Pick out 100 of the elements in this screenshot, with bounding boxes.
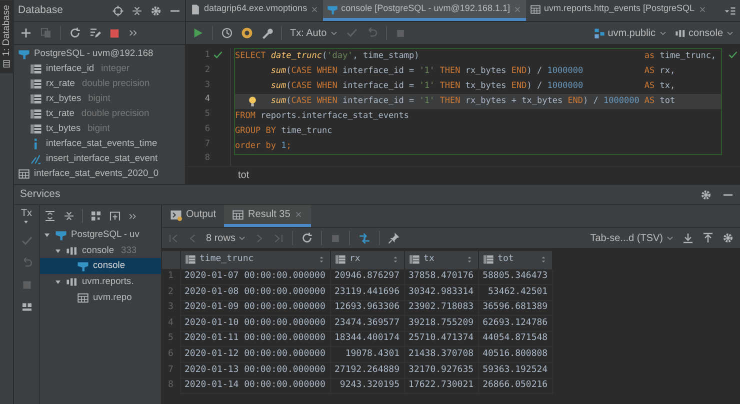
add-frame-icon[interactable] [109, 210, 121, 222]
line-number: 7 [204, 138, 210, 150]
column-icon [30, 78, 42, 90]
table-cell: 17622.730021 [404, 378, 478, 394]
tree-item[interactable]: interface_id integer [14, 61, 185, 76]
table-icon [18, 168, 30, 180]
session-icon [66, 244, 78, 257]
panel-title: Database [18, 2, 63, 18]
table-cell: 23474.369577 [330, 316, 404, 332]
table-cell: 2020-01-09 00:00:00.000000 [180, 300, 330, 316]
table-cell: 30342.983314 [404, 284, 478, 300]
transaction-dropdown[interactable]: Tx: Auto [290, 26, 338, 40]
editor-tab[interactable]: console [PostgreSQL - uvm@192.168.1.1] [323, 0, 526, 21]
tree-item[interactable]: PostgreSQL - uv [40, 227, 161, 243]
table-cell: 32170.927635 [404, 362, 478, 378]
table-cell: 39218.755209 [404, 316, 478, 332]
refresh-icon[interactable] [69, 27, 81, 39]
bulb-icon[interactable] [247, 96, 258, 108]
tree-item[interactable]: tx_rate double precision [14, 106, 185, 121]
expanded-arrow-icon[interactable] [54, 278, 62, 286]
tree-item[interactable]: uvm.reports. [40, 274, 161, 290]
compare-icon[interactable] [358, 232, 372, 244]
settings-icon[interactable] [700, 188, 712, 200]
run-icon[interactable] [192, 27, 204, 39]
session-dropdown[interactable]: console [674, 26, 734, 40]
close-icon[interactable] [698, 4, 707, 14]
edit-icon[interactable] [89, 27, 101, 39]
tree-item[interactable]: console [40, 258, 161, 274]
settings-icon[interactable] [722, 232, 734, 244]
collapse-icon[interactable] [131, 4, 143, 16]
output-icon [170, 208, 182, 220]
table-cell: 37858.470176 [404, 269, 478, 285]
result-tab[interactable]: Result 35 [224, 205, 312, 227]
circle-icon[interactable] [241, 27, 253, 39]
session-icon [66, 276, 78, 288]
add-icon[interactable] [20, 27, 32, 39]
table-cell: 12693.963306 [330, 300, 404, 316]
column-header[interactable]: rx [330, 251, 404, 269]
upload-icon[interactable] [702, 232, 714, 244]
tree-item[interactable]: rx_bytes bigint [14, 91, 185, 106]
column-header[interactable]: tx [404, 251, 478, 269]
layout-icon[interactable] [20, 301, 32, 313]
table-cell: 2020-01-08 00:00:00.000000 [180, 284, 330, 300]
line-number: 8 [204, 152, 210, 165]
tree-item[interactable]: interface_stat_events_time [14, 136, 185, 151]
column-icon [30, 92, 42, 104]
table-cell: 2020-01-10 00:00:00.000000 [180, 316, 330, 332]
group-icon[interactable] [90, 210, 102, 222]
export-format-dropdown[interactable]: Tab-se...d (TSV) [590, 230, 674, 246]
code-line: order by 1; [235, 140, 292, 153]
history-icon[interactable] [221, 27, 233, 39]
schema-icon [594, 28, 605, 38]
tree-item[interactable]: PostgreSQL - uvm@192.168 [14, 46, 185, 61]
column-header[interactable]: tot [478, 251, 552, 269]
result-tab[interactable]: Output [162, 205, 224, 227]
target-icon[interactable] [112, 4, 124, 16]
table-cell: 26866.050216 [478, 378, 552, 394]
column-header[interactable]: time_trunc [180, 251, 330, 269]
download-icon[interactable] [682, 232, 694, 244]
table-cell: 40516.800808 [478, 346, 552, 363]
tree-item[interactable]: rx_rate double precision [14, 76, 185, 91]
stop-icon[interactable] [109, 28, 120, 38]
tree-item[interactable]: interface_stat_events_2020_0 [14, 166, 185, 181]
table-cell: 2020-01-12 00:00:00.000000 [180, 346, 330, 363]
collapse-all-icon[interactable] [63, 210, 75, 222]
table-cell: 21438.370708 [404, 346, 478, 363]
schema-dropdown[interactable]: uvm.public [594, 26, 667, 40]
table-icon [530, 4, 541, 14]
caret-icon [658, 29, 667, 37]
expand-all-icon[interactable] [44, 210, 56, 222]
tool-window-tab[interactable]: 1: Database [0, 0, 14, 74]
tree-item[interactable]: uvm.repo [40, 290, 161, 306]
column-icon [482, 254, 494, 266]
tree-item[interactable]: insert_interface_stat_event [14, 151, 185, 166]
code-line: sum(CASE WHEN interface_id = '1' THEN rx_bytes END) / 1000000 AS rx, [270, 65, 676, 78]
table-icon [232, 208, 244, 220]
more-icon[interactable] [128, 28, 138, 38]
close-icon[interactable] [310, 4, 320, 14]
breadcrumb[interactable]: tot [238, 168, 250, 183]
code-line: FROM reports.interface_stat_events [235, 110, 410, 123]
row-number: 1 [162, 269, 180, 285]
column-icon [30, 108, 42, 120]
line-number: 2 [204, 64, 210, 76]
refresh-icon[interactable] [301, 232, 314, 244]
table-cell: 59363.192524 [478, 362, 552, 378]
rows-dropdown[interactable]: 8 rows [206, 230, 246, 246]
table-cell: 9243.320195 [330, 378, 404, 394]
pin-icon[interactable] [388, 232, 400, 244]
wrench-icon[interactable] [261, 27, 273, 39]
table-cell: 2020-01-07 00:00:00.000000 [180, 269, 330, 285]
settings-icon[interactable] [150, 4, 162, 16]
tab-menu-icon[interactable] [724, 4, 736, 16]
editor-tab[interactable]: datagrip64.exe.vmoptions [186, 0, 324, 21]
tree-item[interactable]: console 333 [40, 242, 161, 258]
more-icon[interactable] [128, 212, 137, 220]
tree-item[interactable]: tx_bytes bigint [14, 121, 185, 136]
line-number: 4 [204, 93, 210, 106]
transaction-button[interactable]: Tx [20, 209, 32, 225]
editor-tab[interactable]: uvm.reports.http_events [PostgreSQL [526, 0, 711, 21]
table-cell: 19078.4301 [330, 346, 404, 363]
